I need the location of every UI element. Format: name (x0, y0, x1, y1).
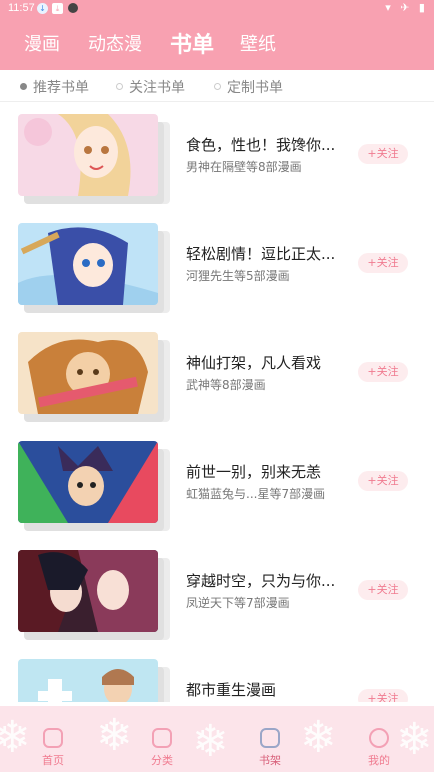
download-box-icon: ⤓ (52, 3, 63, 14)
status-right-icons: ▾ ✈ ▮ (385, 1, 428, 14)
status-bar: 11:57 ↓ ⤓ ▾ ✈ ▮ (0, 0, 434, 18)
nav-label: 我的 (368, 754, 390, 767)
booklist-title: 都市重生漫画 (186, 681, 277, 699)
list-item[interactable]: 穿越时空，只为与你... 凤逆天下等7部漫画 +关注 (0, 538, 434, 640)
booklist-title: 食色，性也！我馋你... (186, 136, 336, 154)
follow-button[interactable]: +关注 (358, 471, 408, 491)
nav-profile[interactable]: 我的 (349, 728, 409, 768)
nav-label: 分类 (151, 754, 173, 767)
cover-art (18, 441, 158, 523)
cover-image (18, 223, 158, 305)
nav-category[interactable]: 分类 (132, 728, 192, 768)
cover-art (18, 659, 158, 702)
cover-image (18, 332, 158, 414)
booklist-title: 前世一别，别来无恙 (186, 463, 322, 481)
cover-image (18, 114, 158, 196)
subtab-custom[interactable]: 定制书单 (214, 77, 283, 97)
snowflake-icon: ❄ (300, 712, 337, 763)
status-time: 11:57 (8, 2, 35, 14)
home-icon (43, 728, 63, 748)
tab-wallpaper[interactable]: 壁纸 (240, 30, 276, 56)
cover-art (18, 550, 158, 632)
booklist-title: 神仙打架，凡人看戏 (186, 354, 322, 372)
subtab-label: 定制书单 (227, 80, 283, 96)
follow-button[interactable]: +关注 (358, 580, 408, 600)
cover-art (18, 114, 158, 196)
subtab-label: 推荐书单 (33, 80, 89, 96)
nav-label: 书架 (259, 754, 281, 767)
bookshelf-icon (260, 728, 280, 748)
follow-button[interactable]: +关注 (358, 253, 408, 273)
notification-dot-icon (68, 3, 78, 13)
radio-icon (214, 82, 221, 90)
cover-stack (18, 223, 170, 313)
top-tabs: 漫画 动态漫 书单 壁纸 (0, 24, 434, 64)
cover-stack (18, 659, 170, 702)
cover-image (18, 441, 158, 523)
cover-image (18, 550, 158, 632)
list-item[interactable]: 前世一别，别来无恙 虹猫蓝兔与...星等7部漫画 +关注 (0, 429, 434, 531)
list-item[interactable]: 食色，性也！我馋你... 男神在隔壁等8部漫画 +关注 (0, 102, 434, 204)
subtab-followed[interactable]: 关注书单 (116, 77, 185, 97)
radio-selected-icon (20, 82, 27, 90)
tab-animated-manga[interactable]: 动态漫 (88, 30, 142, 56)
booklist-title: 轻松剧情！逗比正太... (186, 245, 336, 263)
cover-stack (18, 114, 170, 204)
nav-label: 首页 (42, 754, 64, 767)
list-item[interactable]: 神仙打架，凡人看戏 武神等8部漫画 +关注 (0, 320, 434, 422)
booklist-subtitle: 虹猫蓝兔与...星等7部漫画 (186, 487, 326, 501)
radio-icon (116, 82, 123, 90)
dress-icon (152, 728, 172, 748)
booklist-subtitle: 河狸先生等5部漫画 (186, 269, 290, 283)
booklist-subtitle: 武神等8部漫画 (186, 378, 266, 392)
booklist-subtitle: 凤逆天下等7部漫画 (186, 596, 290, 610)
list-item[interactable]: 轻松剧情！逗比正太... 河狸先生等5部漫画 +关注 (0, 211, 434, 313)
booklist-title: 穿越时空，只为与你... (186, 572, 336, 590)
cover-stack (18, 550, 170, 640)
booklist-list: 食色，性也！我馋你... 男神在隔壁等8部漫画 +关注 轻松剧情！逗比正太...… (0, 102, 434, 702)
profile-icon (369, 728, 389, 748)
nav-bookshelf[interactable]: 书架 (240, 728, 300, 768)
booklist-subtitle: 男神在隔壁等8部漫画 (186, 160, 302, 174)
list-item[interactable]: 都市重生漫画 +关注 (0, 647, 434, 702)
cover-art (18, 332, 158, 414)
subtab-label: 关注书单 (129, 80, 185, 96)
header: 11:57 ↓ ⤓ ▾ ✈ ▮ 漫画 动态漫 书单 壁纸 (0, 0, 434, 70)
tab-manga[interactable]: 漫画 (24, 30, 60, 56)
cover-stack (18, 332, 170, 422)
booklist-subtabs: 推荐书单 关注书单 定制书单 (0, 70, 434, 102)
nav-home[interactable]: 首页 (23, 728, 83, 768)
subtab-recommended[interactable]: 推荐书单 (20, 77, 89, 97)
tab-booklist[interactable]: 书单 (170, 27, 214, 59)
follow-button[interactable]: +关注 (358, 689, 408, 702)
bottom-nav: ❄ ❄ ❄ ❄ ❄ 首页 分类 书架 我的 (0, 706, 434, 772)
follow-button[interactable]: +关注 (358, 362, 408, 382)
cover-art (18, 223, 158, 305)
snowflake-icon: ❄ (96, 710, 133, 761)
download-icon: ↓ (37, 3, 48, 14)
follow-button[interactable]: +关注 (358, 144, 408, 164)
cover-stack (18, 441, 170, 531)
snowflake-icon: ❄ (192, 716, 229, 767)
cover-image (18, 659, 158, 702)
